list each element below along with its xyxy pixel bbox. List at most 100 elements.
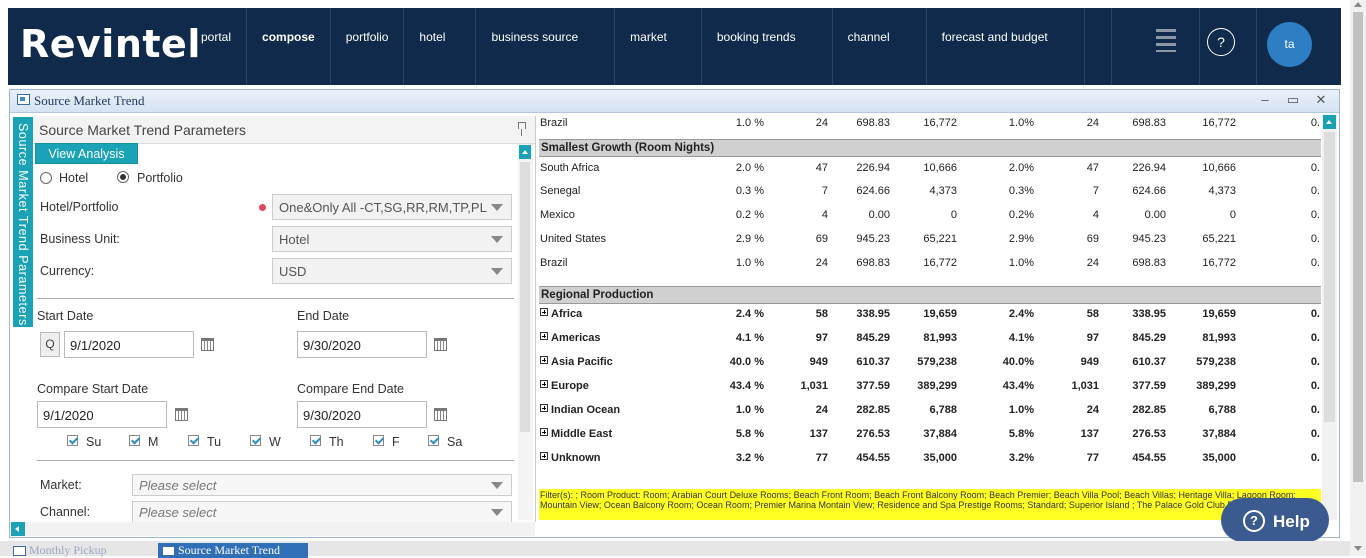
page-scrollbar[interactable] bbox=[1350, 0, 1366, 556]
calendar-icon[interactable] bbox=[434, 338, 447, 351]
expand-icon[interactable] bbox=[540, 428, 548, 436]
scroll-up-arrow-icon[interactable] bbox=[1354, 2, 1362, 7]
cell-a1: 282.85 bbox=[856, 404, 890, 416]
cell-n2: 7 bbox=[1092, 185, 1099, 197]
nav-portfolio[interactable]: portfolio bbox=[331, 8, 405, 85]
expand-icon[interactable] bbox=[540, 308, 548, 316]
nav-business-source[interactable]: business source bbox=[476, 8, 616, 85]
row-name[interactable]: Africa bbox=[540, 305, 582, 324]
divider bbox=[37, 298, 514, 299]
compare-end-date-input[interactable]: 9/30/2020 bbox=[297, 401, 427, 428]
calendar-icon[interactable] bbox=[201, 338, 214, 351]
scroll-down-arrow-icon[interactable] bbox=[1354, 546, 1362, 551]
table-row[interactable]: Middle East 5.8 % 137 276.53 37,884 5.8% 137 27… bbox=[539, 425, 1321, 447]
nav-compose[interactable]: compose bbox=[247, 8, 331, 85]
cell-p1: 0.3 % bbox=[735, 185, 764, 197]
row-name: United States bbox=[540, 230, 606, 249]
scroll-up-arrow-icon[interactable] bbox=[1323, 115, 1336, 129]
table-row[interactable]: Unknown 3.2 % 77 454.55 35,000 3.2% 77 454.55 35… bbox=[539, 449, 1321, 471]
compare-start-date-label: Compare Start Date bbox=[37, 382, 149, 396]
help-button[interactable]: ? Help bbox=[1221, 498, 1329, 542]
nav-forecast-and-budget[interactable]: forecast and budget bbox=[927, 8, 1085, 85]
start-date-input[interactable]: 9/1/2020 bbox=[64, 331, 194, 358]
table-row[interactable]: Africa 2.4 % 58 338.95 19,659 2.4% 58 338.95 19,… bbox=[539, 305, 1321, 327]
row-name-text: Senegal bbox=[540, 185, 581, 197]
calendar-icon[interactable] bbox=[175, 408, 188, 421]
cell-a1: 698.83 bbox=[856, 257, 890, 269]
cell-n2: 77 bbox=[1086, 452, 1099, 464]
chevron-down-icon bbox=[491, 509, 503, 516]
source-market-grid: Brazil 1.0 % 24 698.83 16,772 1.0% 24 698.83 16,… bbox=[539, 114, 1321, 519]
checkbox-tu[interactable] bbox=[188, 435, 199, 446]
cell-a2: 845.29 bbox=[1132, 332, 1166, 344]
parameters-side-tab[interactable]: Source Market Trend Parameters bbox=[13, 117, 33, 327]
scroll-thumb[interactable] bbox=[1353, 12, 1363, 482]
view-analysis-button[interactable]: View Analysis bbox=[35, 143, 138, 164]
checkbox-f[interactable] bbox=[373, 435, 384, 446]
parameters-horizontal-scrollbar[interactable] bbox=[25, 522, 535, 536]
checkbox-w[interactable] bbox=[250, 435, 261, 446]
maximize-button[interactable]: ▭ bbox=[1285, 92, 1301, 108]
quick-date-button[interactable]: Q bbox=[40, 332, 60, 357]
minimize-button[interactable]: – bbox=[1257, 92, 1273, 108]
cell-r2: 16,772 bbox=[1202, 257, 1236, 269]
scroll-up-arrow-icon[interactable] bbox=[519, 145, 531, 159]
nav-portal[interactable]: portal bbox=[186, 8, 248, 85]
checkbox-th[interactable] bbox=[310, 435, 321, 446]
nav-hotel[interactable]: hotel bbox=[404, 8, 477, 85]
row-name[interactable]: Unknown bbox=[540, 449, 601, 468]
top-navigation-bar: Revintel portal compose portfolio hotel … bbox=[8, 8, 1341, 85]
table-row[interactable]: Indian Ocean 1.0 % 24 282.85 6,788 1.0% 24 282.… bbox=[539, 401, 1321, 423]
cell-r1: 65,221 bbox=[923, 233, 957, 245]
window-titlebar[interactable]: Source Market Trend – ▭ ✕ bbox=[10, 90, 1339, 113]
hotel-portfolio-label: Hotel/Portfolio bbox=[40, 200, 119, 214]
hotel-radio[interactable] bbox=[40, 172, 52, 184]
expand-icon[interactable] bbox=[540, 380, 548, 388]
market-select[interactable]: Please select bbox=[132, 474, 512, 496]
expand-icon[interactable] bbox=[540, 356, 548, 364]
channel-select[interactable]: Please select bbox=[132, 501, 512, 523]
expand-icon[interactable] bbox=[540, 452, 548, 460]
cell-r1: 16,772 bbox=[923, 257, 957, 269]
expand-icon[interactable] bbox=[540, 404, 548, 412]
close-button[interactable]: ✕ bbox=[1313, 92, 1329, 108]
business-unit-select[interactable]: Hotel bbox=[272, 226, 512, 252]
scroll-thumb[interactable] bbox=[1324, 132, 1335, 422]
checkbox-sa[interactable] bbox=[428, 435, 439, 446]
compare-start-date-input[interactable]: 9/1/2020 bbox=[37, 401, 167, 428]
cell-a1: 226.94 bbox=[856, 162, 890, 174]
cell-p1: 1.0 % bbox=[735, 404, 764, 416]
help-icon[interactable]: ? bbox=[1199, 8, 1256, 85]
table-row[interactable]: Asia Pacific 40.0 % 949 610.37 579,238 40.0% 9… bbox=[539, 353, 1321, 375]
calendar-icon[interactable] bbox=[434, 408, 447, 421]
scroll-left-arrow-icon[interactable] bbox=[11, 522, 25, 536]
cell-p1: 1.0 % bbox=[735, 117, 764, 129]
row-name[interactable]: Europe bbox=[540, 377, 589, 396]
checkbox-m[interactable] bbox=[129, 435, 140, 446]
grid-scrollbar[interactable] bbox=[1322, 114, 1337, 520]
nav-channel[interactable]: channel bbox=[833, 8, 927, 85]
end-date-input[interactable]: 9/30/2020 bbox=[297, 331, 427, 358]
table-row[interactable]: Americas 4.1 % 97 845.29 81,993 4.1% 97 845.29 8… bbox=[539, 329, 1321, 351]
currency-select[interactable]: USD bbox=[272, 258, 512, 284]
table-row[interactable]: Europe 43.4 % 1,031 377.59 389,299 43.4% 1,031… bbox=[539, 377, 1321, 399]
parameters-scrollbar[interactable] bbox=[518, 144, 533, 520]
table-row: Brazil 1.0 % 24 698.83 16,772 1.0% 24 698.83 16,… bbox=[539, 254, 1321, 276]
menu-icon[interactable] bbox=[1111, 8, 1199, 85]
checkbox-su[interactable] bbox=[67, 435, 78, 446]
expand-icon[interactable] bbox=[540, 332, 548, 340]
nav-market[interactable]: market bbox=[615, 8, 702, 85]
nav-booking-trends[interactable]: booking trends bbox=[702, 8, 833, 85]
row-name[interactable]: Americas bbox=[540, 329, 601, 348]
hotel-portfolio-select[interactable]: One&Only All -CT,SG,RR,RM,TP,PL bbox=[272, 194, 512, 220]
user-menu[interactable]: ta bbox=[1256, 8, 1341, 85]
cell-p1: 4.1 % bbox=[735, 332, 764, 344]
pin-icon[interactable] bbox=[517, 122, 526, 136]
scroll-thumb[interactable] bbox=[520, 162, 530, 432]
row-name[interactable]: Asia Pacific bbox=[540, 353, 613, 372]
row-name[interactable]: Indian Ocean bbox=[540, 401, 620, 420]
row-name[interactable]: Middle East bbox=[540, 425, 612, 444]
portfolio-radio[interactable] bbox=[117, 171, 129, 183]
cell-last: 0. bbox=[1310, 404, 1320, 416]
revintel-logo[interactable]: Revintel bbox=[20, 22, 201, 66]
